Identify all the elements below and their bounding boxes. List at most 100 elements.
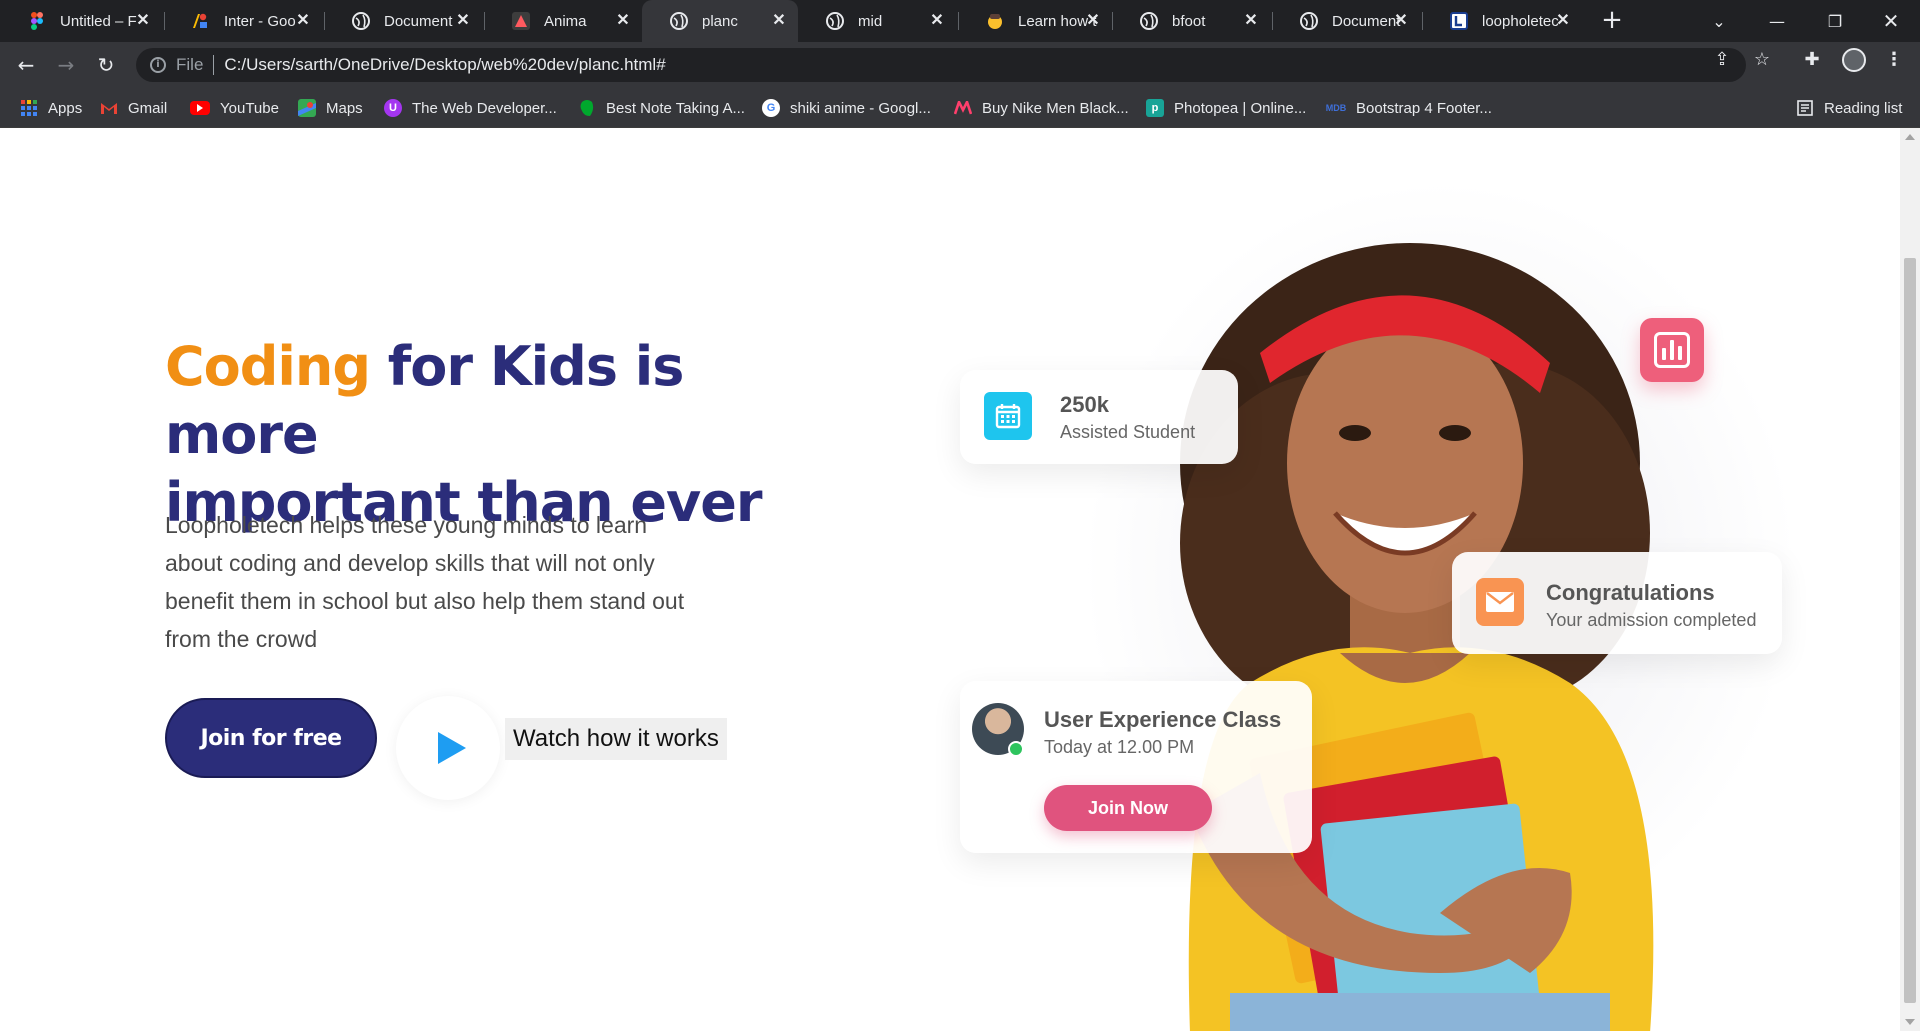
tab-document-2[interactable]: Document ✕ (1272, 0, 1420, 42)
tab-search-icon[interactable]: ⌄ (1690, 0, 1748, 42)
new-tab-button[interactable]: + (1600, 7, 1624, 33)
maps-icon (298, 99, 316, 117)
bookmark-label: Photopea | Online... (1174, 99, 1307, 117)
bookmark-star-icon[interactable]: ☆ (1752, 50, 1772, 70)
close-icon[interactable]: ✕ (454, 12, 472, 30)
bookmark-gmail[interactable]: Gmail (100, 98, 167, 118)
close-icon[interactable]: ✕ (1242, 12, 1260, 30)
admission-notification-card: Congratulations Your admission completed (1452, 552, 1782, 654)
bookmark-apps[interactable]: Apps (20, 98, 82, 118)
scroll-down-arrow-icon[interactable] (1905, 1019, 1915, 1025)
minimize-button[interactable]: — (1748, 0, 1806, 42)
tab-untitled[interactable]: Untitled – F ✕ (0, 0, 162, 42)
close-icon[interactable]: ✕ (134, 12, 152, 30)
evernote-icon (578, 99, 596, 117)
bookmark-label: Gmail (128, 99, 168, 117)
divider (213, 55, 215, 75)
close-icon[interactable]: ✕ (1554, 12, 1572, 30)
anima-icon (512, 12, 530, 30)
tab-strip: Untitled – F ✕ Inter - Goo ✕ Document ✕ … (0, 0, 1920, 42)
class-title: User Experience Class (1044, 707, 1282, 732)
photopea-icon: p (1146, 99, 1164, 117)
url-scheme: File (176, 55, 204, 74)
extensions-puzzle-icon[interactable]: ✚ (1802, 50, 1822, 70)
url-text[interactable]: C:/Users/sarth/OneDrive/Desktop/web%20de… (224, 55, 665, 75)
bookmark-bootstrap-footer[interactable]: MDB Bootstrap 4 Footer... (1326, 98, 1492, 118)
address-bar[interactable]: i File C:/Users/sarth/OneDrive/Desktop/w… (136, 48, 1746, 82)
figma-icon (28, 12, 46, 30)
bookmark-note-taking[interactable]: Best Note Taking A... (578, 98, 745, 118)
bookmark-youtube[interactable]: YouTube (190, 98, 279, 118)
bookmark-label: Buy Nike Men Black... (982, 99, 1129, 117)
loopholetech-icon (1450, 12, 1468, 30)
watch-how-it-works-link[interactable]: Watch how it works (505, 718, 727, 760)
page-content: Coding for Kids is more important than e… (0, 128, 1900, 1031)
scroll-up-arrow-icon[interactable] (1905, 134, 1915, 140)
tab-loopholetech[interactable]: loopholetec ✕ (1422, 0, 1582, 42)
congrats-title: Congratulations (1546, 580, 1715, 605)
tab-anima[interactable]: Anima ✕ (484, 0, 642, 42)
apps-grid-icon (20, 99, 38, 117)
tab-document[interactable]: Document ✕ (324, 0, 482, 42)
play-video-button[interactable] (396, 696, 500, 800)
analytics-badge (1640, 318, 1704, 382)
class-invite-card: User Experience Class Today at 12.00 PM … (960, 681, 1312, 853)
forward-arrow-icon[interactable]: → (52, 51, 80, 79)
stat-value: 250k (1060, 392, 1109, 417)
tab-inter[interactable]: Inter - Goo ✕ (164, 0, 322, 42)
close-icon[interactable]: ✕ (1084, 12, 1102, 30)
bookmark-label: shiki anime - Googl... (790, 99, 931, 117)
reading-list-label: Reading list (1824, 99, 1903, 117)
bookmark-label: The Web Developer... (412, 99, 557, 117)
globe-icon (1300, 12, 1318, 30)
globe-icon (352, 12, 370, 30)
close-icon[interactable]: ✕ (928, 12, 946, 30)
restore-button[interactable]: ❐ (1806, 0, 1864, 42)
bookmark-label: Maps (326, 99, 363, 117)
students-stat-card: 250k Assisted Student (960, 370, 1238, 464)
info-icon[interactable]: i (150, 57, 166, 73)
gmail-icon (100, 99, 118, 117)
udemy-icon: U (384, 99, 402, 117)
browser-toolbar: ← → ↻ i File C:/Users/sarth/OneDrive/Des… (0, 42, 1920, 88)
tab-mid[interactable]: mid ✕ (798, 0, 956, 42)
bookmark-label: Best Note Taking A... (606, 99, 745, 117)
emoji-icon (986, 12, 1004, 30)
myntra-icon (954, 99, 972, 117)
page-scrollbar[interactable] (1900, 128, 1920, 1031)
bookmarks-bar: Apps Gmail YouTube Maps U The Web Develo… (0, 88, 1920, 128)
join-for-free-button[interactable]: Join for free (165, 698, 377, 778)
bookmark-maps[interactable]: Maps (298, 98, 363, 118)
menu-kebab-icon[interactable]: ⋮ (1884, 50, 1904, 70)
bookmark-nike[interactable]: Buy Nike Men Black... (954, 98, 1129, 118)
reading-list[interactable]: Reading list (1796, 98, 1902, 118)
bookmark-shiki-anime[interactable]: G shiki anime - Googl... (762, 98, 931, 118)
class-time: Today at 12.00 PM (1044, 737, 1195, 757)
bar-chart-icon (1654, 332, 1690, 368)
close-window-button[interactable]: ✕ (1862, 0, 1920, 42)
google-fonts-icon (192, 12, 210, 30)
close-icon[interactable]: ✕ (1392, 12, 1410, 30)
join-now-button[interactable]: Join Now (1044, 785, 1212, 831)
back-arrow-icon[interactable]: ← (12, 51, 40, 79)
bookmark-label: Apps (48, 99, 83, 117)
reading-list-icon (1796, 99, 1814, 117)
bookmark-label: Bootstrap 4 Footer... (1356, 99, 1492, 117)
close-icon[interactable]: ✕ (614, 12, 632, 30)
close-icon[interactable]: ✕ (770, 12, 788, 30)
close-icon[interactable]: ✕ (294, 12, 312, 30)
bookmark-photopea[interactable]: p Photopea | Online... (1146, 98, 1306, 118)
mdb-icon: MDB (1325, 103, 1347, 113)
tab-bfoot[interactable]: bfoot ✕ (1112, 0, 1270, 42)
profile-avatar[interactable] (1842, 48, 1866, 72)
mail-icon (1476, 578, 1524, 626)
globe-icon (670, 12, 688, 30)
globe-icon (826, 12, 844, 30)
bookmark-web-developer[interactable]: U The Web Developer... (384, 98, 557, 118)
tab-learn[interactable]: Learn how t ✕ (958, 0, 1112, 42)
reload-icon[interactable]: ↻ (92, 51, 120, 79)
scrollbar-thumb[interactable] (1904, 258, 1916, 1003)
share-icon[interactable]: ⇪ (1712, 50, 1732, 70)
tab-planc[interactable]: planc ✕ (642, 0, 798, 42)
hero-description: Loopholetech helps these young minds to … (165, 512, 685, 652)
